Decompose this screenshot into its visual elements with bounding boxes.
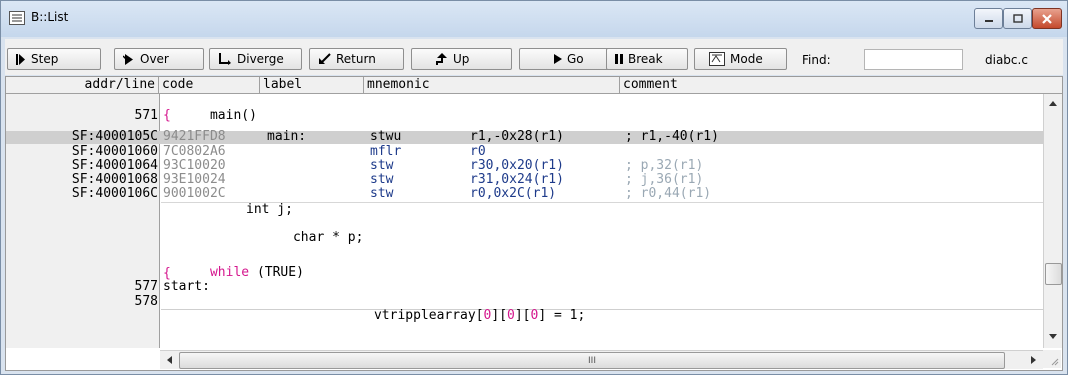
resize-grip[interactable]	[1043, 350, 1061, 368]
scroll-right-icon[interactable]	[1031, 356, 1036, 364]
source-line[interactable]: char * p;	[246, 217, 363, 245]
mnemonic: mflr	[370, 144, 402, 159]
col-header-code[interactable]: code	[160, 77, 260, 93]
col-header-addr-line[interactable]: addr/line	[6, 77, 159, 93]
line-number: 578	[134, 294, 158, 309]
diverge-icon	[219, 53, 231, 65]
close-button[interactable]	[1032, 8, 1062, 29]
scroll-down-icon[interactable]	[1049, 334, 1057, 339]
find-label: Find:	[802, 53, 831, 67]
opcode: 7C0802A6	[163, 144, 226, 159]
comment: ; r1,-40(r1)	[625, 129, 719, 144]
return-icon	[319, 53, 331, 64]
find-input[interactable]	[864, 49, 963, 70]
line-number: 571	[134, 108, 158, 123]
go-button[interactable]: Go	[519, 48, 618, 70]
source-line[interactable]: vtripplearray[0][0][0] = 1;	[327, 295, 585, 323]
list-window-icon	[9, 11, 25, 25]
maximize-icon	[1012, 14, 1023, 23]
horizontal-scrollbar[interactable]: III	[160, 350, 1043, 369]
list-window: B::List Step Over Diverge Return Up Go B…	[0, 0, 1068, 375]
break-button[interactable]: Break	[606, 48, 688, 70]
operands: r1,-0x28(r1)	[470, 129, 564, 144]
opcode: 9421FFD8	[163, 129, 226, 144]
comment: ; r0,44(r1)	[625, 186, 712, 201]
vertical-scrollbar[interactable]	[1043, 94, 1062, 348]
comment: ; j,36(r1)	[625, 172, 704, 187]
toolbar: Step Over Diverge Return Up Go Break Mod…	[5, 39, 1063, 75]
up-icon	[436, 52, 447, 65]
comment: ; p,32(r1)	[625, 158, 704, 173]
listing-panel: addr/line code label mnemonic comment ma…	[5, 76, 1063, 371]
opcode: 93C10020	[163, 158, 226, 173]
over-button[interactable]: Over	[114, 48, 204, 70]
asm-label: main:	[267, 129, 307, 144]
vertical-scroll-thumb[interactable]	[1045, 263, 1062, 285]
mode-icon	[709, 52, 725, 66]
minimize-icon	[984, 19, 993, 22]
window-title: B::List	[31, 10, 69, 24]
minimize-button[interactable]	[974, 8, 1003, 29]
mnemonic: stwu	[370, 129, 402, 144]
step-icon	[16, 53, 25, 65]
col-header-comment[interactable]: comment	[621, 77, 1044, 93]
go-icon	[554, 54, 562, 64]
mode-button[interactable]: Mode	[694, 48, 787, 70]
address[interactable]: SF:40001060	[6, 145, 158, 159]
col-header-label[interactable]: label	[261, 77, 364, 93]
address[interactable]: SF:4000105C	[6, 130, 158, 144]
mnemonic: stw	[370, 186, 394, 201]
scroll-left-icon[interactable]	[167, 356, 172, 364]
line-number: 577	[134, 279, 158, 294]
address[interactable]: SF:40001064	[6, 159, 158, 173]
resize-grip-icon	[1051, 358, 1059, 366]
horizontal-scroll-thumb[interactable]: III	[179, 352, 1005, 369]
pause-icon	[615, 54, 623, 64]
col-header-mnemonic[interactable]: mnemonic	[365, 77, 620, 93]
address[interactable]: SF:4000106C	[6, 187, 158, 201]
source-line[interactable]: while (TRUE)	[163, 252, 304, 280]
opcode: 93E10024	[163, 172, 226, 187]
diverge-button[interactable]: Diverge	[209, 48, 302, 70]
address[interactable]: SF:40001068	[6, 173, 158, 187]
scroll-up-icon[interactable]	[1049, 101, 1057, 106]
operands: r30,0x20(r1)	[470, 158, 564, 173]
source-line[interactable]: main()	[163, 95, 257, 123]
operands: r31,0x24(r1)	[470, 172, 564, 187]
source-line[interactable]: {	[163, 109, 171, 123]
column-header: addr/line code label mnemonic comment	[6, 77, 1062, 94]
up-button[interactable]: Up	[411, 48, 512, 70]
source-line[interactable]: int j;	[246, 203, 293, 217]
title-bar[interactable]: B::List	[1, 1, 1067, 37]
opcode: 9001002C	[163, 186, 226, 201]
file-name: diabc.c	[985, 53, 1028, 67]
source-line[interactable]: start:	[163, 280, 210, 294]
return-button[interactable]: Return	[309, 48, 404, 70]
maximize-button[interactable]	[1003, 8, 1032, 29]
operands: r0,0x2C(r1)	[470, 186, 557, 201]
mnemonic: stw	[370, 172, 394, 187]
row-separator	[161, 202, 1043, 203]
source-divider	[161, 309, 1043, 310]
step-button[interactable]: Step	[7, 48, 101, 70]
operands: r0	[470, 144, 486, 159]
mnemonic: stw	[370, 158, 394, 173]
close-icon	[1042, 13, 1052, 24]
step-over-icon	[123, 53, 133, 65]
